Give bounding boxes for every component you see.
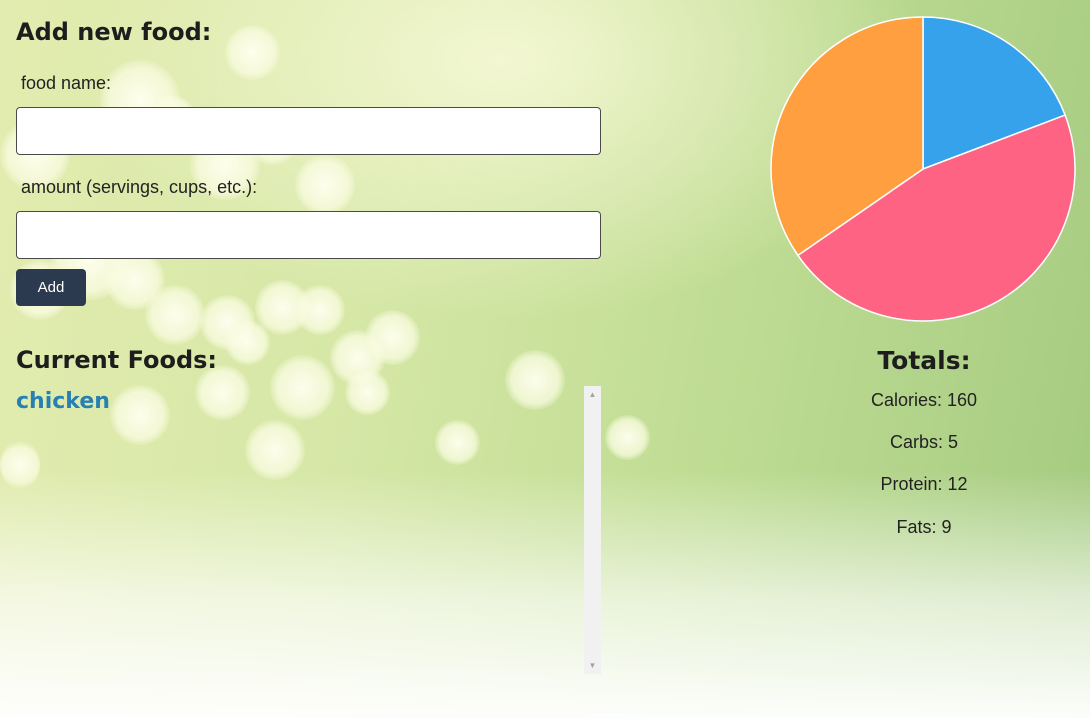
total-fats: Fats: 9 — [896, 517, 952, 537]
food-item-link[interactable]: chicken — [16, 389, 110, 414]
macros-pie-chart — [770, 16, 1076, 322]
current-foods-title: Current Foods: — [16, 346, 218, 374]
scroll-up-arrow-icon[interactable]: ▲ — [584, 386, 601, 403]
total-carbs: Carbs: 5 — [889, 432, 959, 452]
add-food-title: Add new food: — [16, 18, 212, 46]
scroll-down-arrow-icon[interactable]: ▼ — [584, 657, 601, 674]
amount-input[interactable] — [16, 211, 601, 259]
total-protein: Protein: 12 — [880, 474, 968, 494]
amount-label: amount (servings, cups, etc.): — [21, 177, 258, 197]
total-calories: Calories: 160 — [870, 390, 978, 410]
food-list-scrollbar[interactable]: ▲ ▼ — [584, 386, 601, 674]
totals-title: Totals: — [877, 346, 971, 375]
food-name-input[interactable] — [16, 107, 601, 155]
add-button[interactable]: Add — [16, 269, 86, 306]
food-name-label: food name: — [21, 73, 112, 93]
